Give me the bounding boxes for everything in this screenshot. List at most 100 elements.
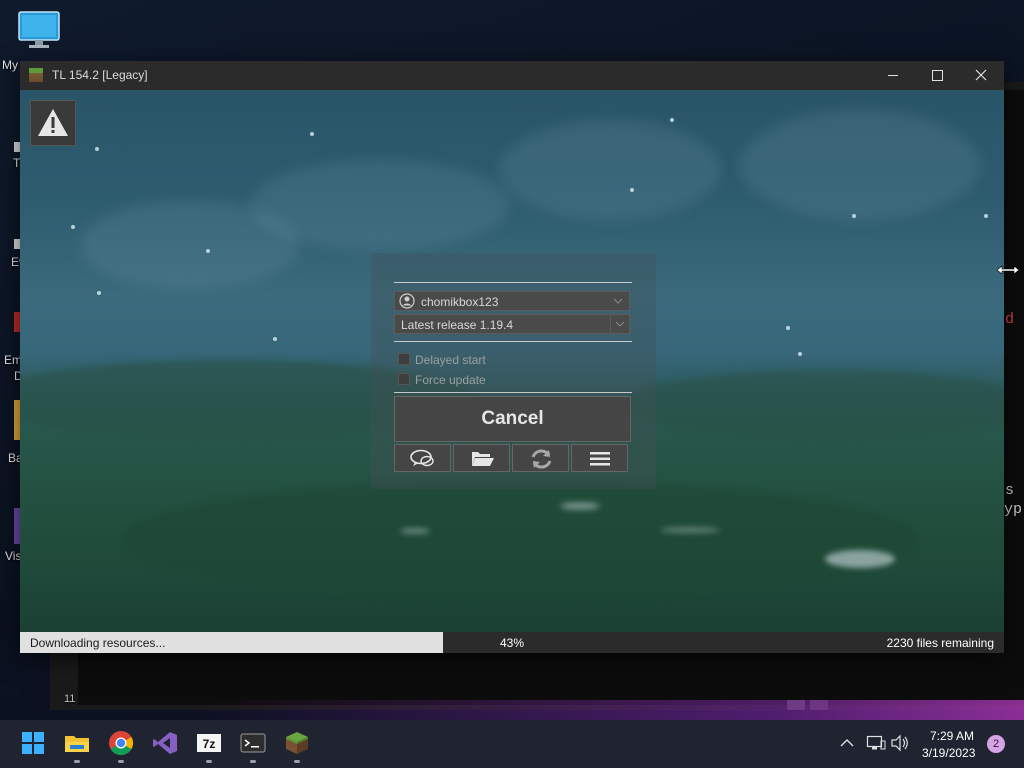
desktop-label-vis: Vis (5, 549, 22, 563)
running-indicator (206, 760, 212, 763)
running-indicator (118, 760, 124, 763)
volume-icon (891, 734, 908, 752)
force-update-checkbox[interactable] (398, 373, 410, 385)
warning-button[interactable] (30, 100, 76, 146)
warning-icon (38, 109, 68, 136)
running-indicator (294, 760, 300, 763)
background-scene: chomikbox123 Latest release 1.19.4 Delay… (20, 90, 1004, 632)
account-name: chomikbox123 (421, 295, 499, 309)
account-select[interactable]: chomikbox123 (394, 291, 630, 311)
maximize-icon (932, 70, 943, 81)
7zip-button[interactable]: 7z (196, 730, 222, 756)
terminal-button[interactable] (240, 730, 266, 756)
snowflake (798, 352, 802, 356)
file-explorer-icon (65, 736, 89, 752)
delayed-start-label: Delayed start (415, 353, 486, 367)
version-dropdown-arrow[interactable] (610, 315, 629, 333)
minecraft-launcher-icon (286, 732, 308, 754)
snow-patch (825, 550, 895, 568)
snowflake (786, 326, 790, 330)
cancel-button[interactable]: Cancel (394, 396, 631, 442)
snowflake (670, 118, 674, 122)
close-icon (975, 69, 987, 81)
folder-open-icon (472, 452, 494, 466)
snow-patch (400, 528, 430, 534)
chrome-button[interactable] (108, 730, 134, 756)
open-folder-button[interactable] (453, 444, 510, 472)
snowflake (630, 188, 634, 192)
snowflake (97, 291, 101, 295)
files-remaining: 2230 files remaining (886, 636, 994, 650)
divider (394, 341, 632, 342)
download-status-text: Downloading resources... (30, 636, 166, 650)
visual-studio-button[interactable] (152, 730, 178, 756)
minimize-button[interactable] (871, 61, 915, 90)
cloud (740, 110, 980, 220)
terrain (620, 370, 1004, 440)
snowflake (206, 249, 210, 253)
minimize-icon (888, 75, 898, 76)
snowflake (310, 132, 314, 136)
terrain (120, 480, 920, 600)
cloud (80, 200, 300, 290)
clock-date[interactable]: 3/19/2023 (922, 746, 975, 760)
menu-button[interactable] (571, 444, 628, 472)
desktop-label-my: My (2, 58, 18, 72)
resize-cursor-icon (996, 265, 1020, 275)
taskbar: 7z 7:29 AM 3/19/2023 2 (0, 720, 1024, 768)
launch-panel: chomikbox123 Latest release 1.19.4 Delay… (371, 253, 656, 489)
monitor-icon[interactable] (17, 10, 61, 50)
terminal-icon (240, 733, 266, 753)
window-title: TL 154.2 [Legacy] (52, 68, 148, 82)
network-icon (866, 735, 886, 750)
launcher-window: TL 154.2 [Legacy] chomikbox123 Latest re… (20, 61, 1004, 653)
snowflake (852, 214, 856, 218)
cloud (500, 120, 720, 220)
notification-badge[interactable]: 2 (987, 735, 1005, 753)
refresh-icon (531, 449, 552, 469)
background-text-line-1: s (1005, 482, 1015, 499)
windows-start-icon (22, 732, 44, 754)
7zip-icon: 7z (197, 734, 221, 752)
chevron-down-icon (615, 321, 625, 327)
refresh-button[interactable] (512, 444, 569, 472)
version-name: Latest release 1.19.4 (401, 318, 514, 332)
title-bar[interactable]: TL 154.2 [Legacy] (20, 61, 1004, 90)
divider (394, 282, 632, 283)
close-button[interactable] (959, 61, 1003, 90)
background-footer-number: 11 (64, 693, 76, 705)
background-text-line-2: yp (1004, 501, 1023, 518)
desktop-glow (200, 700, 1024, 722)
chat-bubbles-icon (410, 449, 434, 467)
snowflake (71, 225, 75, 229)
windows-start-button[interactable] (20, 730, 46, 756)
chat-button[interactable] (394, 444, 451, 472)
divider (394, 392, 632, 393)
clock-time[interactable]: 7:29 AM (930, 729, 974, 743)
minecraft-launcher-button[interactable] (284, 730, 310, 756)
snow-patch (660, 527, 720, 533)
grass-block-icon (29, 68, 43, 82)
volume-button[interactable] (890, 734, 910, 752)
visual-studio-icon (153, 732, 177, 754)
show-hidden-icons-button[interactable] (838, 734, 856, 752)
delayed-start-checkbox[interactable] (398, 353, 410, 365)
file-explorer-button[interactable] (64, 730, 90, 756)
desktop: My T Ev Em D Ba Vis d s yp 11 TL 154.2 [… (0, 0, 1024, 768)
maximize-button[interactable] (915, 61, 959, 90)
svg-text:7z: 7z (203, 737, 216, 751)
snowflake (95, 147, 99, 151)
chevron-up-icon (840, 739, 854, 747)
version-select[interactable]: Latest release 1.19.4 (394, 314, 630, 334)
running-indicator (74, 760, 80, 763)
running-indicator (250, 760, 256, 763)
force-update-label: Force update (415, 373, 486, 387)
snowflake (273, 337, 277, 341)
chevron-down-icon (613, 298, 623, 304)
snowflake (984, 214, 988, 218)
download-status-bar: Downloading resources... 43% 2230 files … (20, 632, 1004, 653)
download-percent: 43% (500, 636, 525, 650)
network-button[interactable] (866, 734, 886, 752)
user-avatar-icon (399, 293, 415, 309)
chrome-icon (109, 731, 134, 756)
